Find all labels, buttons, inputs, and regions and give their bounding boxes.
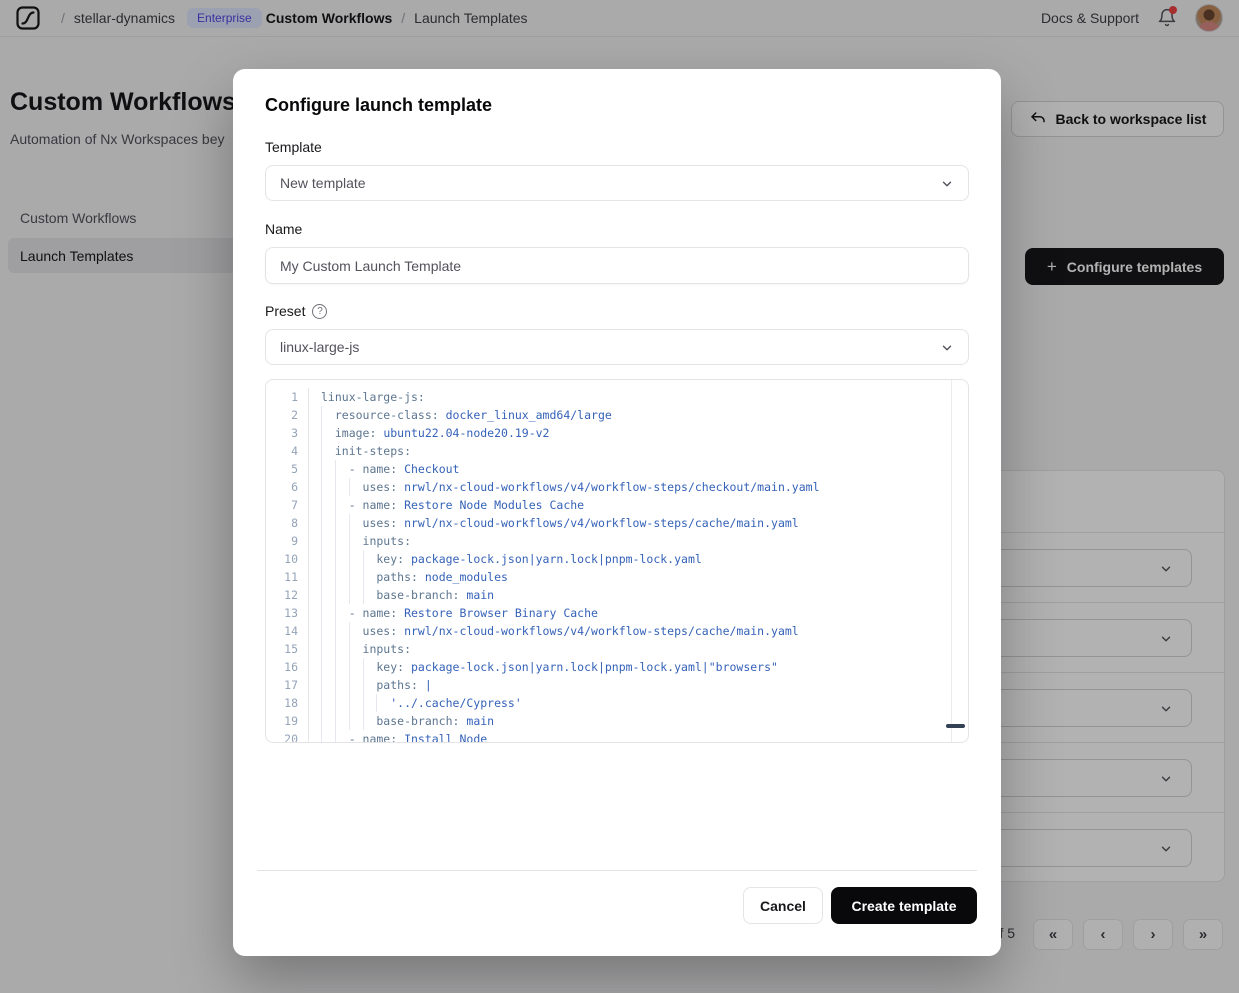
code-line: 2 resource-class: docker_linux_amd64/lar… <box>266 406 968 424</box>
line-number: 4 <box>266 442 308 460</box>
code-line: 14 uses: nrwl/nx-cloud-workflows/v4/work… <box>266 622 968 640</box>
editor-scrollbar-thumb[interactable] <box>946 724 965 728</box>
line-number: 13 <box>266 604 308 622</box>
code-line: 5 - name: Checkout <box>266 460 968 478</box>
code-line: 13 - name: Restore Browser Binary Cache <box>266 604 968 622</box>
template-select-value: New template <box>280 175 366 191</box>
code-line: 15 inputs: <box>266 640 968 658</box>
line-number: 14 <box>266 622 308 640</box>
code-line: 19 base-branch: main <box>266 712 968 730</box>
code-line: 6 uses: nrwl/nx-cloud-workflows/v4/workf… <box>266 478 968 496</box>
preset-label: Preset ? <box>265 303 327 319</box>
code-line: 1linux-large-js: <box>266 388 968 406</box>
modal-title: Configure launch template <box>265 95 492 116</box>
line-number: 5 <box>266 460 308 478</box>
name-input-value: My Custom Launch Template <box>280 258 461 274</box>
create-template-button[interactable]: Create template <box>831 887 977 924</box>
modal-footer-divider <box>257 870 977 871</box>
chevron-down-icon <box>940 341 954 355</box>
line-number: 20 <box>266 730 308 743</box>
template-select[interactable]: New template <box>265 165 969 201</box>
code-line: 9 inputs: <box>266 532 968 550</box>
code-line: 18 '../.cache/Cypress' <box>266 694 968 712</box>
line-number: 10 <box>266 550 308 568</box>
cancel-button[interactable]: Cancel <box>743 887 823 924</box>
line-number: 18 <box>266 694 308 712</box>
name-label: Name <box>265 221 302 237</box>
code-line: 16 key: package-lock.json|yarn.lock|pnpm… <box>266 658 968 676</box>
line-number: 11 <box>266 568 308 586</box>
modal-footer: Cancel Create template <box>743 887 977 924</box>
code-line: 7 - name: Restore Node Modules Cache <box>266 496 968 514</box>
chevron-down-icon <box>940 177 954 191</box>
preset-select[interactable]: linux-large-js <box>265 329 969 365</box>
line-number: 6 <box>266 478 308 496</box>
yaml-code-editor[interactable]: 1linux-large-js:2 resource-class: docker… <box>265 379 969 743</box>
line-number: 9 <box>266 532 308 550</box>
code-line: 8 uses: nrwl/nx-cloud-workflows/v4/workf… <box>266 514 968 532</box>
line-number: 7 <box>266 496 308 514</box>
code-line: 3 image: ubuntu22.04-node20.19-v2 <box>266 424 968 442</box>
preset-select-value: linux-large-js <box>280 339 359 355</box>
code-line: 10 key: package-lock.json|yarn.lock|pnpm… <box>266 550 968 568</box>
preset-label-text: Preset <box>265 303 305 319</box>
line-number: 1 <box>266 388 308 406</box>
name-input[interactable]: My Custom Launch Template <box>265 247 969 284</box>
line-number: 19 <box>266 712 308 730</box>
editor-scrollbar-track <box>951 380 952 742</box>
code-line: 20 - name: Install Node <box>266 730 968 743</box>
code-line: 12 base-branch: main <box>266 586 968 604</box>
help-icon[interactable]: ? <box>312 304 327 319</box>
code-line: 4 init-steps: <box>266 442 968 460</box>
configure-launch-template-modal: Configure launch template Template New t… <box>233 69 1001 956</box>
line-number: 8 <box>266 514 308 532</box>
line-number: 17 <box>266 676 308 694</box>
code-line: 17 paths: | <box>266 676 968 694</box>
template-label: Template <box>265 139 322 155</box>
line-number: 2 <box>266 406 308 424</box>
line-number: 12 <box>266 586 308 604</box>
code-line: 11 paths: node_modules <box>266 568 968 586</box>
line-number: 16 <box>266 658 308 676</box>
line-number: 15 <box>266 640 308 658</box>
line-number: 3 <box>266 424 308 442</box>
